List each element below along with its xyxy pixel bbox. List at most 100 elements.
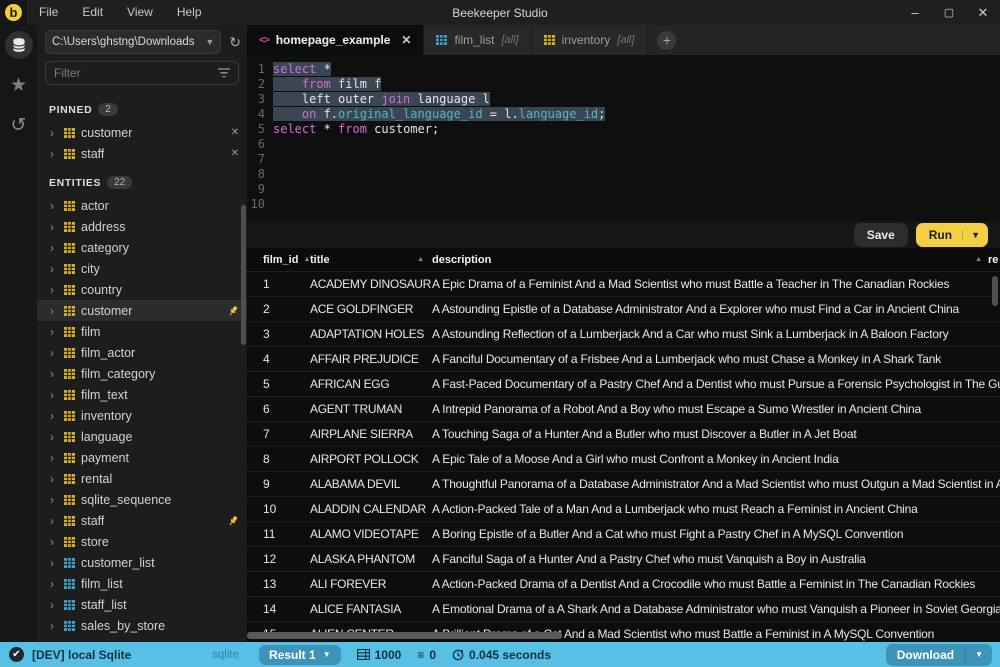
entity-item-actor[interactable]: › actor	[37, 195, 247, 216]
chevron-right-icon[interactable]: ›	[50, 472, 58, 486]
pinned-item-staff[interactable]: › staff✕	[37, 143, 247, 164]
chevron-right-icon[interactable]: ›	[50, 367, 58, 381]
table-row[interactable]: 10ALADDIN CALENDARA Action-Packed Tale o…	[247, 497, 1000, 522]
cell-title[interactable]: AFRICAN EGG	[310, 377, 432, 391]
sql-editor[interactable]: 1select *2 from film f3 left outer join …	[247, 55, 1000, 221]
entity-item-film_category[interactable]: › film_category	[37, 363, 247, 384]
cell-description[interactable]: A Fast-Paced Documentary of a Pastry Che…	[432, 377, 1000, 391]
table-row[interactable]: 11ALAMO VIDEOTAPEA Boring Epistle of a B…	[247, 522, 1000, 547]
chevron-right-icon[interactable]: ›	[50, 598, 58, 612]
tab-film_list[interactable]: film_list[all]	[424, 25, 531, 55]
tables-panel-button[interactable]	[0, 25, 37, 65]
chevron-right-icon[interactable]: ›	[50, 556, 58, 570]
new-tab-button[interactable]: +	[657, 31, 676, 50]
cell-film-id[interactable]: 13	[247, 577, 310, 591]
entity-item-sales_by_store[interactable]: › sales_by_store	[37, 615, 247, 636]
menu-edit[interactable]: Edit	[70, 0, 115, 25]
pin-icon[interactable]	[227, 305, 239, 317]
cell-title[interactable]: ALI FOREVER	[310, 577, 432, 591]
save-button[interactable]: Save	[854, 223, 908, 247]
entity-item-category[interactable]: › category	[37, 237, 247, 258]
cell-description[interactable]: A Emotional Drama of a A Shark And a Dat…	[432, 602, 1000, 616]
entity-item-staff[interactable]: › staff	[37, 510, 247, 531]
code-line[interactable]: 1select *	[247, 62, 1000, 77]
chevron-right-icon[interactable]: ›	[50, 304, 58, 318]
sidebar-scrollbar[interactable]	[241, 205, 246, 345]
entity-item-language[interactable]: › language	[37, 426, 247, 447]
cell-description[interactable]: A Touching Saga of a Hunter And a Butler…	[432, 427, 1000, 441]
code-line[interactable]: 10	[247, 197, 1000, 212]
cell-title[interactable]: ALICE FANTASIA	[310, 602, 432, 616]
cell-description[interactable]: A Fanciful Saga of a Hunter And a Pastry…	[432, 552, 1000, 566]
cell-description[interactable]: A Epic Drama of a Feminist And a Mad Sci…	[432, 277, 1000, 291]
cell-title[interactable]: AIRPLANE SIERRA	[310, 427, 432, 441]
code-line[interactable]: 8	[247, 167, 1000, 182]
entity-item-customer[interactable]: › customer	[37, 300, 247, 321]
entity-item-city[interactable]: › city	[37, 258, 247, 279]
run-button[interactable]: Run ▼	[916, 223, 988, 247]
cell-description[interactable]: A Thoughtful Panorama of a Database Admi…	[432, 477, 1000, 491]
chevron-right-icon[interactable]: ›	[50, 409, 58, 423]
menu-view[interactable]: View	[115, 0, 165, 25]
maximize-button[interactable]: ▢	[932, 0, 966, 25]
entity-item-store[interactable]: › store	[37, 531, 247, 552]
chevron-right-icon[interactable]: ›	[50, 577, 58, 591]
unpin-close-icon[interactable]: ✕	[231, 127, 239, 138]
code-line[interactable]: 3 left outer join language l	[247, 92, 1000, 107]
menu-file[interactable]: File	[27, 0, 70, 25]
results-horizontal-scroll-track[interactable]	[247, 632, 1000, 639]
cell-film-id[interactable]: 6	[247, 402, 310, 416]
code-line[interactable]: 5select * from customer;	[247, 122, 1000, 137]
database-selector[interactable]: C:\Users\ghstng\Downloads ▼	[45, 30, 221, 54]
entities-section-header[interactable]: ENTITIES 22	[37, 164, 247, 195]
entity-item-rental[interactable]: › rental	[37, 468, 247, 489]
cell-film-id[interactable]: 11	[247, 527, 310, 541]
cell-description[interactable]: A Fanciful Documentary of a Frisbee And …	[432, 352, 1000, 366]
cell-title[interactable]: ALAMO VIDEOTAPE	[310, 527, 432, 541]
menu-help[interactable]: Help	[165, 0, 214, 25]
entity-item-film_actor[interactable]: › film_actor	[37, 342, 247, 363]
cell-title[interactable]: AIRPORT POLLOCK	[310, 452, 432, 466]
entity-item-film[interactable]: › film	[37, 321, 247, 342]
cell-title[interactable]: ACE GOLDFINGER	[310, 302, 432, 316]
table-row[interactable]: 3ADAPTATION HOLESA Astounding Reflection…	[247, 322, 1000, 347]
chevron-right-icon[interactable]: ›	[50, 325, 58, 339]
cell-film-id[interactable]: 3	[247, 327, 310, 341]
table-row[interactable]: 12ALASKA PHANTOMA Fanciful Saga of a Hun…	[247, 547, 1000, 572]
cell-title[interactable]: ADAPTATION HOLES	[310, 327, 432, 341]
download-options-caret-icon[interactable]: ▼	[965, 646, 992, 663]
cell-description[interactable]: A Epic Tale of a Moose And a Girl who mu…	[432, 452, 1000, 466]
cell-title[interactable]: ALABAMA DEVIL	[310, 477, 432, 491]
minimize-button[interactable]: –	[898, 0, 932, 25]
pinned-item-customer[interactable]: › customer✕	[37, 122, 247, 143]
tab-close-icon[interactable]: ✕	[401, 33, 411, 47]
entity-item-country[interactable]: › country	[37, 279, 247, 300]
cell-description[interactable]: A Action-Packed Tale of a Man And a Lumb…	[432, 502, 1000, 516]
table-row[interactable]: 6AGENT TRUMANA Intrepid Panorama of a Ro…	[247, 397, 1000, 422]
tab-inventory[interactable]: inventory[all]	[532, 25, 648, 55]
code-line[interactable]: 6	[247, 137, 1000, 152]
cell-description[interactable]: A Boring Epistle of a Butler And a Cat w…	[432, 527, 1000, 541]
cell-title[interactable]: AGENT TRUMAN	[310, 402, 432, 416]
chevron-right-icon[interactable]: ›	[50, 346, 58, 360]
table-row[interactable]: 4AFFAIR PREJUDICEA Fanciful Documentary …	[247, 347, 1000, 372]
chevron-right-icon[interactable]: ›	[50, 535, 58, 549]
cell-film-id[interactable]: 12	[247, 552, 310, 566]
cell-title[interactable]: ALADDIN CALENDAR	[310, 502, 432, 516]
column-header-description[interactable]: description ▲	[432, 254, 988, 266]
table-row[interactable]: 13ALI FOREVERA Action-Packed Drama of a …	[247, 572, 1000, 597]
cell-film-id[interactable]: 7	[247, 427, 310, 441]
table-row[interactable]: 8AIRPORT POLLOCKA Epic Tale of a Moose A…	[247, 447, 1000, 472]
table-row[interactable]: 2ACE GOLDFINGERA Astounding Epistle of a…	[247, 297, 1000, 322]
pinned-section-header[interactable]: PINNED 2	[37, 91, 247, 122]
connection-status[interactable]: ✔ [DEV] local Sqlite sqlite	[0, 647, 247, 662]
chevron-right-icon[interactable]: ›	[50, 619, 58, 633]
result-selector[interactable]: Result 1 ▼	[259, 645, 341, 665]
entity-item-customer_list[interactable]: › customer_list	[37, 552, 247, 573]
unpin-close-icon[interactable]: ✕	[231, 148, 239, 159]
table-row[interactable]: 14ALICE FANTASIAA Emotional Drama of a A…	[247, 597, 1000, 622]
results-vertical-scrollbar[interactable]	[992, 276, 998, 306]
entity-item-film_list[interactable]: › film_list	[37, 573, 247, 594]
cell-film-id[interactable]: 8	[247, 452, 310, 466]
filter-icon[interactable]	[218, 68, 230, 78]
